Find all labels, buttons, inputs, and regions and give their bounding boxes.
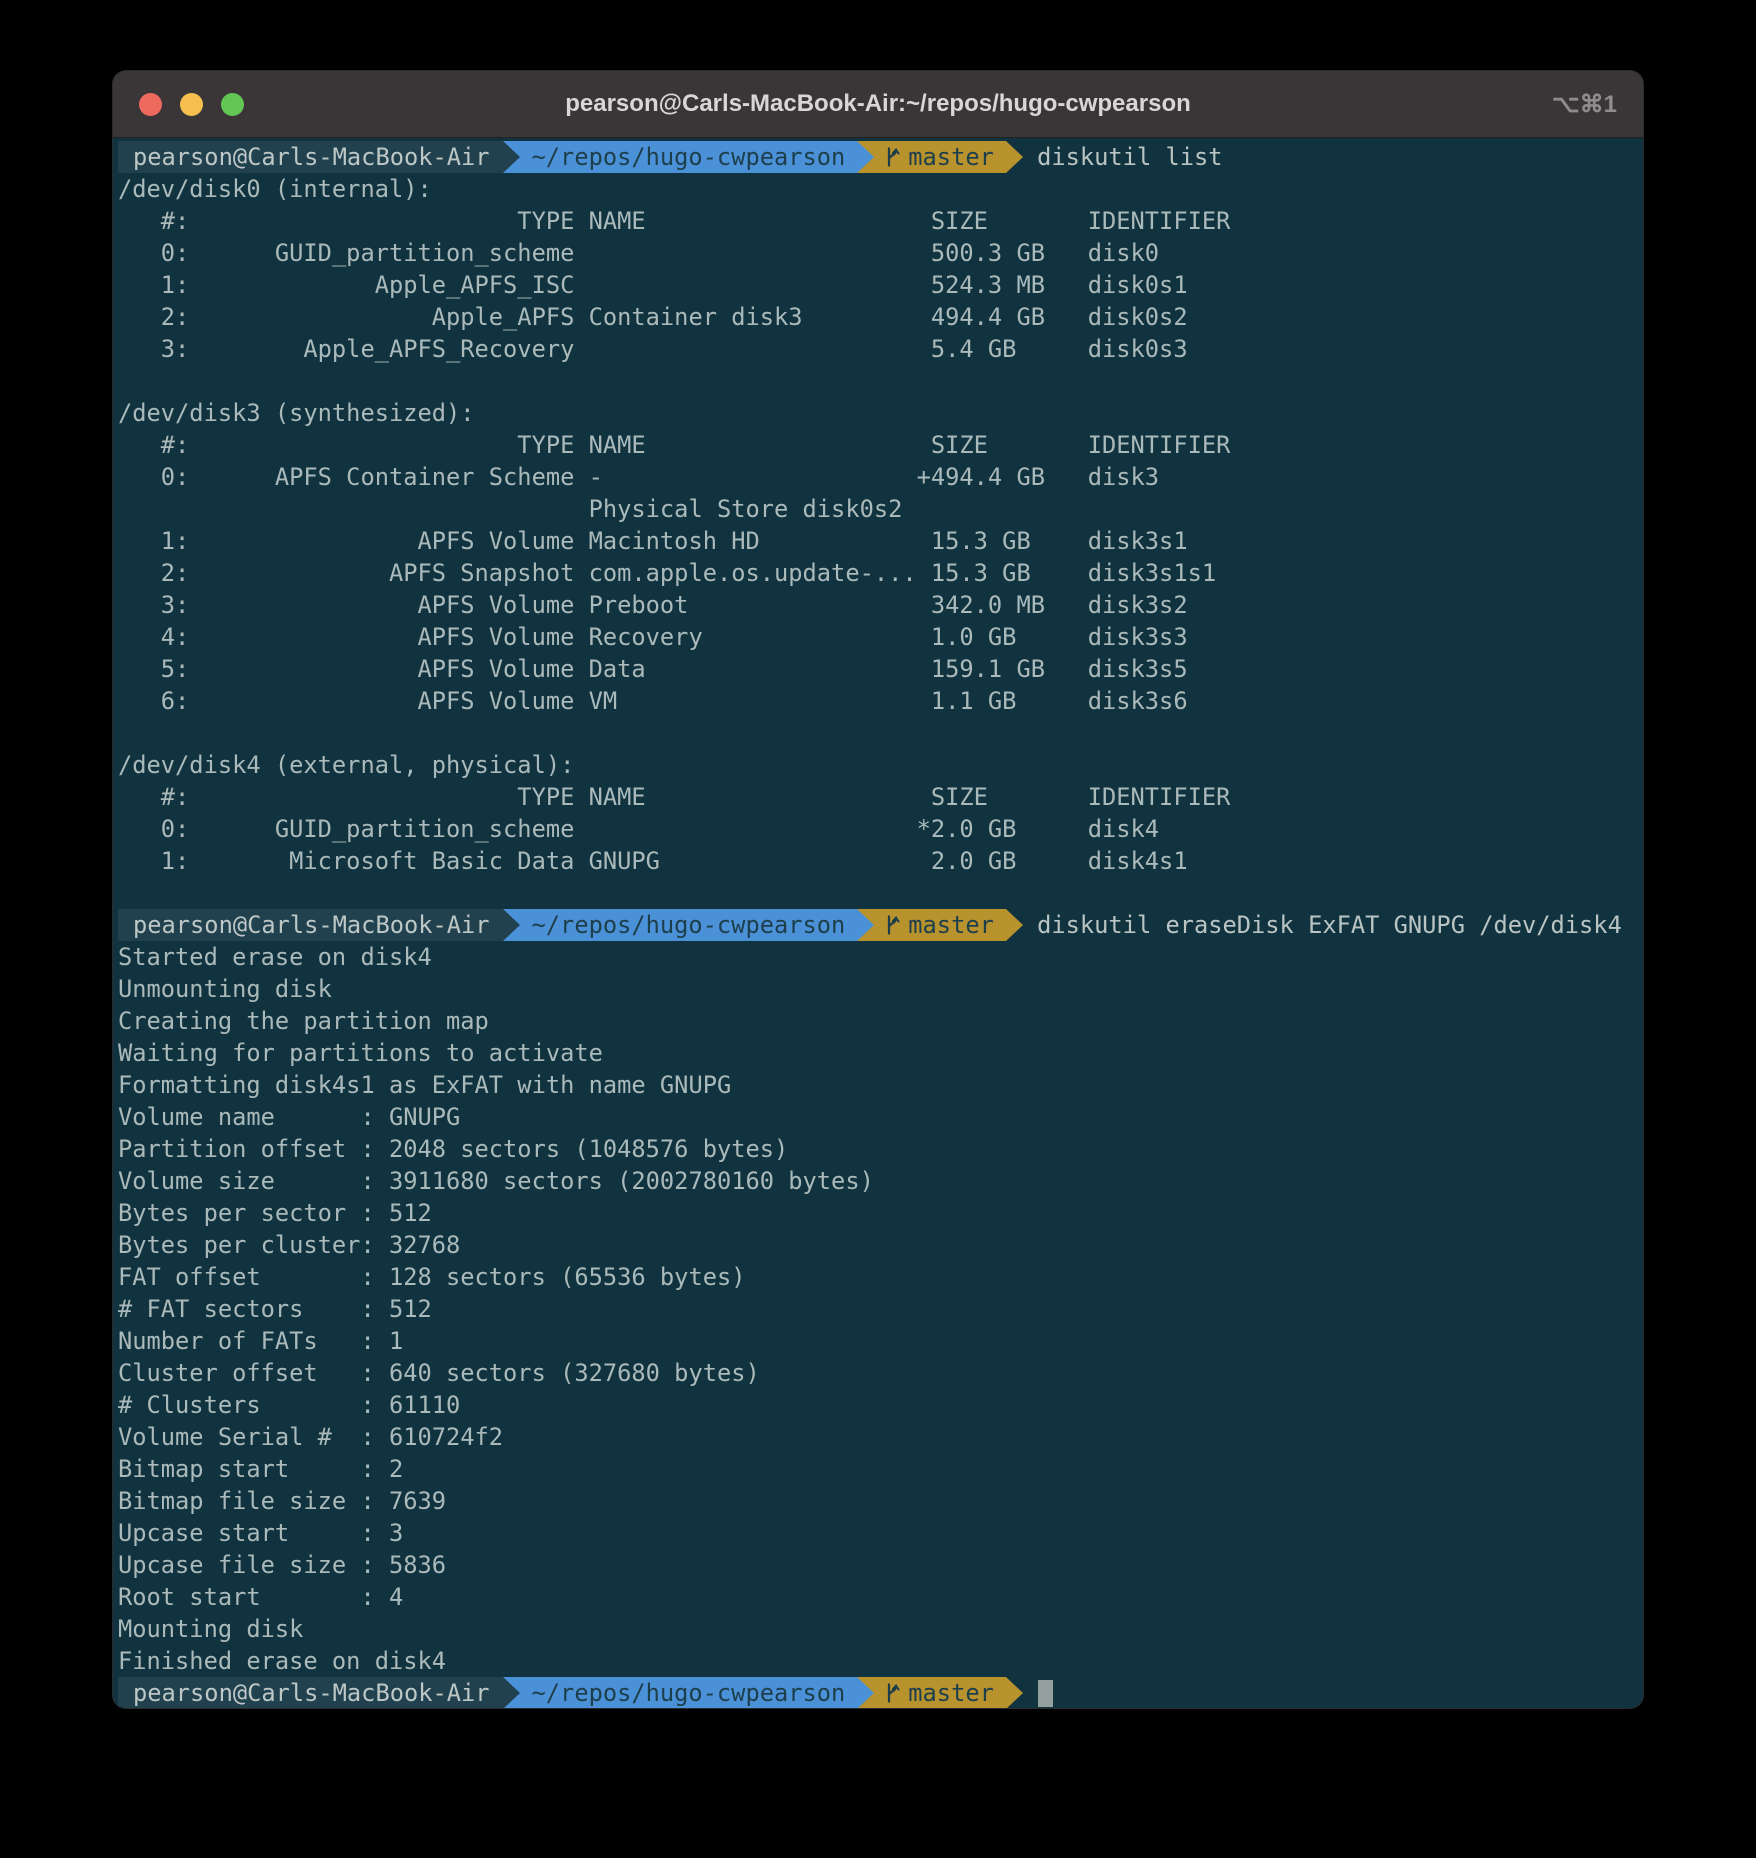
disk-table-row: 3: Apple_APFS_Recovery 5.4 GB disk0s3: [118, 333, 1638, 365]
powerline-arrow-icon: [1006, 1677, 1023, 1708]
disk-section-title: /dev/disk4 (external, physical):: [118, 749, 1638, 781]
prompt-user-host: pearson@Carls-MacBook-Air: [118, 909, 503, 941]
git-branch-icon: [884, 146, 901, 168]
erase-field-line: # FAT sectors : 512: [118, 1293, 1638, 1325]
disk-table-row: 1: APFS Volume Macintosh HD 15.3 GB disk…: [118, 525, 1638, 557]
erase-field-line: Volume name : GNUPG: [118, 1101, 1638, 1133]
zoom-button[interactable]: [221, 93, 244, 116]
git-branch-label: master: [908, 1677, 994, 1708]
erase-field-line: Root start : 4: [118, 1581, 1638, 1613]
prompt-line: pearson@Carls-MacBook-Air ~/repos/hugo-cw…: [118, 141, 1638, 173]
blank-line: [118, 365, 1638, 397]
prompt-cwd: ~/repos/hugo-cwpearson: [520, 1677, 858, 1708]
erase-status-line: Started erase on disk4: [118, 941, 1638, 973]
window-title: pearson@Carls-MacBook-Air:~/repos/hugo-c…: [113, 90, 1643, 118]
disk-table-row: 0: APFS Container Scheme - +494.4 GB dis…: [118, 461, 1638, 493]
powerline-arrow-icon: [1006, 141, 1023, 173]
disk-table-row: 1: Apple_APFS_ISC 524.3 MB disk0s1: [118, 269, 1638, 301]
disk-table-row: Physical Store disk0s2: [118, 493, 1638, 525]
erase-status-line: Unmounting disk: [118, 973, 1638, 1005]
disk-table-row: 5: APFS Volume Data 159.1 GB disk3s5: [118, 653, 1638, 685]
title-bar[interactable]: pearson@Carls-MacBook-Air:~/repos/hugo-c…: [113, 71, 1643, 138]
cursor-block[interactable]: [1038, 1680, 1053, 1707]
prompt-user-host: pearson@Carls-MacBook-Air: [118, 1677, 503, 1708]
blank-line: [118, 717, 1638, 749]
powerline-arrow-icon: [503, 1677, 520, 1708]
disk-table-row: 0: GUID_partition_scheme 500.3 GB disk0: [118, 237, 1638, 269]
disk-table-row: 2: Apple_APFS Container disk3 494.4 GB d…: [118, 301, 1638, 333]
disk-table-header: #: TYPE NAME SIZE IDENTIFIER: [118, 781, 1638, 813]
erase-field-line: Bitmap file size : 7639: [118, 1485, 1638, 1517]
disk-section-title: /dev/disk3 (synthesized):: [118, 397, 1638, 429]
powerline-arrow-icon: [857, 909, 874, 941]
erase-field-line: Partition offset : 2048 sectors (1048576…: [118, 1133, 1638, 1165]
disk-table-row: 1: Microsoft Basic Data GNUPG 2.0 GB dis…: [118, 845, 1638, 877]
erase-status-line: Finished erase on disk4: [118, 1645, 1638, 1677]
terminal-body[interactable]: pearson@Carls-MacBook-Air ~/repos/hugo-cw…: [113, 138, 1643, 1708]
prompt-cwd: ~/repos/hugo-cwpearson: [520, 909, 858, 941]
prompt-line: pearson@Carls-MacBook-Air ~/repos/hugo-cw…: [118, 1677, 1638, 1708]
minimize-button[interactable]: [180, 93, 203, 116]
prompt-git-branch: master: [874, 909, 1006, 941]
blank-line: [118, 877, 1638, 909]
git-branch-icon: [884, 914, 901, 936]
erase-field-line: Volume Serial # : 610724f2: [118, 1421, 1638, 1453]
erase-field-line: Number of FATs : 1: [118, 1325, 1638, 1357]
git-branch-icon: [884, 1682, 901, 1704]
disk-table-row: 2: APFS Snapshot com.apple.os.update-...…: [118, 557, 1638, 589]
prompt-git-branch: master: [874, 141, 1006, 173]
powerline-arrow-icon: [857, 1677, 874, 1708]
erase-status-line: Creating the partition map: [118, 1005, 1638, 1037]
erase-field-line: Bytes per cluster: 32768: [118, 1229, 1638, 1261]
powerline-arrow-icon: [503, 909, 520, 941]
erase-field-line: Volume size : 3911680 sectors (200278016…: [118, 1165, 1638, 1197]
erase-field-line: Upcase file size : 5836: [118, 1549, 1638, 1581]
erase-status-line: Mounting disk: [118, 1613, 1638, 1645]
close-button[interactable]: [139, 93, 162, 116]
disk-section-title: /dev/disk0 (internal):: [118, 173, 1638, 205]
erase-field-line: Bitmap start : 2: [118, 1453, 1638, 1485]
powerline-arrow-icon: [1006, 909, 1023, 941]
prompt-git-branch: master: [874, 1677, 1006, 1708]
erase-field-line: Cluster offset : 640 sectors (327680 byt…: [118, 1357, 1638, 1389]
disk-table-row: 6: APFS Volume VM 1.1 GB disk3s6: [118, 685, 1638, 717]
traffic-lights: [139, 93, 244, 116]
erase-status-line: Waiting for partitions to activate: [118, 1037, 1638, 1069]
window-shortcut-badge: ⌥⌘1: [1552, 90, 1617, 119]
disk-table-header: #: TYPE NAME SIZE IDENTIFIER: [118, 429, 1638, 461]
powerline-arrow-icon: [857, 141, 874, 173]
powerline-arrow-icon: [503, 141, 520, 173]
prompt-line: pearson@Carls-MacBook-Air ~/repos/hugo-cw…: [118, 909, 1638, 941]
erase-status-line: Formatting disk4s1 as ExFAT with name GN…: [118, 1069, 1638, 1101]
prompt-cwd: ~/repos/hugo-cwpearson: [520, 141, 858, 173]
disk-table-header: #: TYPE NAME SIZE IDENTIFIER: [118, 205, 1638, 237]
erase-field-line: Upcase start : 3: [118, 1517, 1638, 1549]
disk-table-row: 0: GUID_partition_scheme *2.0 GB disk4: [118, 813, 1638, 845]
command-text: diskutil eraseDisk ExFAT GNUPG /dev/disk…: [1023, 909, 1622, 941]
prompt-user-host: pearson@Carls-MacBook-Air: [118, 141, 503, 173]
erase-field-line: FAT offset : 128 sectors (65536 bytes): [118, 1261, 1638, 1293]
terminal-window: pearson@Carls-MacBook-Air:~/repos/hugo-c…: [113, 71, 1643, 1708]
git-branch-label: master: [908, 909, 994, 941]
disk-table-row: 3: APFS Volume Preboot 342.0 MB disk3s2: [118, 589, 1638, 621]
disk-table-row: 4: APFS Volume Recovery 1.0 GB disk3s3: [118, 621, 1638, 653]
erase-field-line: # Clusters : 61110: [118, 1389, 1638, 1421]
erase-field-line: Bytes per sector : 512: [118, 1197, 1638, 1229]
git-branch-label: master: [908, 141, 994, 173]
command-text: diskutil list: [1023, 141, 1223, 173]
